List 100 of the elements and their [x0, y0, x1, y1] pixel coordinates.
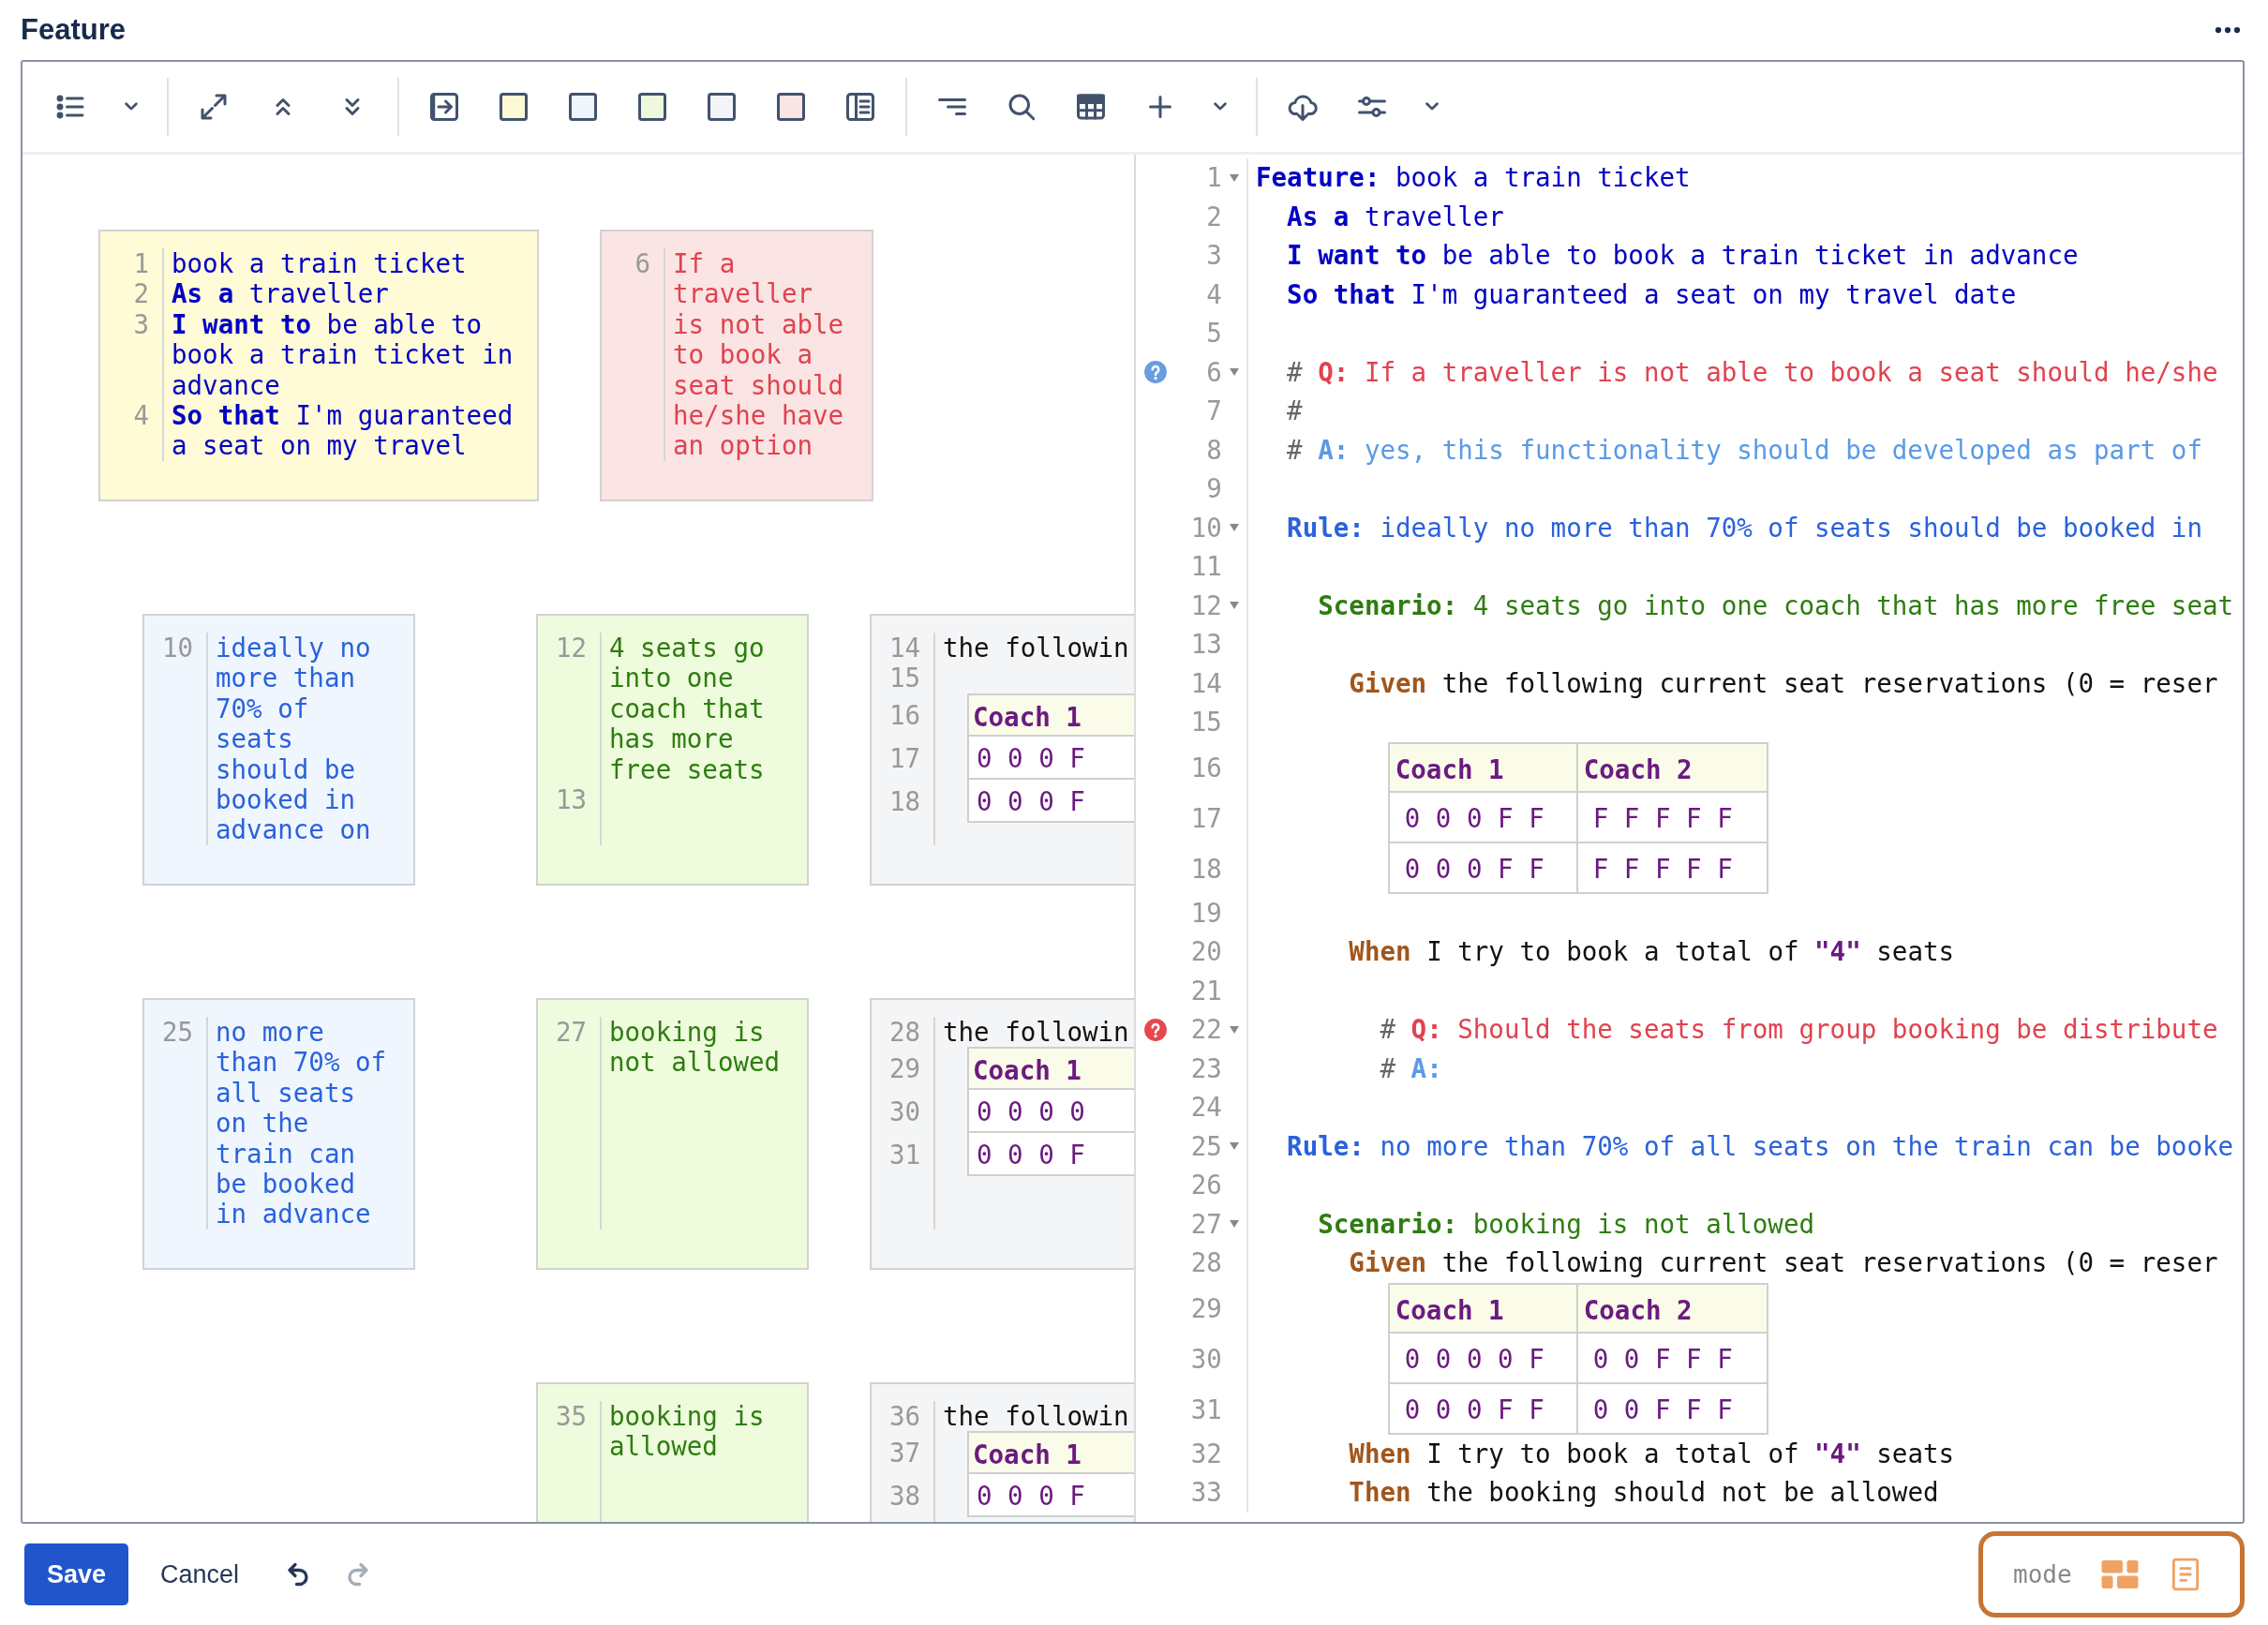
- card-text: the followin: [943, 1401, 1129, 1431]
- feature-card[interactable]: 1 book a train ticket 2 As a traveller 3 I want to be able to book a train ticket in advance 4 So that I'm guaranteed a seat on my travel: [98, 230, 539, 501]
- line-number: 14: [888, 633, 921, 663]
- code-line: #: [1286, 395, 1303, 425]
- line-number: 4: [132, 400, 150, 433]
- scenario-card[interactable]: 12 4 seats go into one coach that has more free seats 13: [536, 614, 809, 886]
- line-number: 7: [1205, 395, 1222, 427]
- line-number: 10: [1189, 511, 1222, 544]
- fold-icon[interactable]: [1229, 1220, 1239, 1229]
- card-text: So that I'm guaranteed a seat on my travel: [172, 400, 514, 461]
- fold-icon[interactable]: [1229, 1142, 1239, 1151]
- card-text: the followin: [943, 1017, 1129, 1047]
- table-cell: 0 0 0 F F: [1387, 792, 1578, 843]
- table-header-cell: Coach 1: [1387, 1282, 1578, 1334]
- table-cell: 0 0 0 F F: [1387, 1383, 1578, 1435]
- line-number: 3: [1205, 239, 1222, 272]
- line-number: 35: [554, 1401, 588, 1433]
- code-line: I want to be able to book a train ticket in advance: [1286, 240, 2079, 270]
- table-cell: 0 0 0 F: [967, 1133, 1134, 1177]
- code-line: When I try to book a total of "4" seats: [1348, 936, 1955, 966]
- cancel-button[interactable]: Cancel: [149, 1543, 251, 1605]
- line-number: 16: [888, 698, 921, 732]
- card-text: If a traveller is not able to book a seat should he/she have an option: [673, 248, 844, 461]
- line-number: 25: [160, 1017, 194, 1049]
- question-mark-icon[interactable]: [1143, 1017, 1168, 1042]
- code-line: When I try to book a total of "4" seats: [1348, 1438, 1955, 1468]
- line-number: 29: [888, 1052, 921, 1086]
- code-line: Feature: book a train ticket: [1256, 162, 1691, 192]
- line-number: 31: [888, 1139, 921, 1172]
- line-number: 24: [1189, 1091, 1222, 1124]
- code-line: # Q: If a traveller is not able to book a seat should he/she: [1286, 356, 2218, 387]
- table-cell: F F F F F: [1577, 842, 1768, 894]
- line-number: 1: [1205, 161, 1222, 194]
- code-line: Given the following current seat reservations (0 = reser: [1348, 1247, 2218, 1277]
- table-cell: 0 0 F F F: [1577, 1333, 1768, 1384]
- rule-card[interactable]: 10 ideally no more than 70% of seats should be booked in advance on: [142, 614, 415, 886]
- card-text: book a train ticket: [172, 248, 467, 278]
- table-cell: 0 0 0 0: [967, 1090, 1134, 1134]
- steps-card[interactable]: 36 the followin 37 Coach 1 38 0 0 0 F: [870, 1382, 1134, 1522]
- code-line: Scenario: booking is not allowed: [1317, 1208, 1815, 1239]
- fold-icon[interactable]: [1229, 602, 1239, 610]
- table-cell: 0 0 0 F: [967, 1474, 1134, 1518]
- line-number: 9: [1205, 472, 1222, 505]
- line-number: 28: [888, 1017, 921, 1048]
- question-mark-icon[interactable]: [1143, 360, 1168, 385]
- table-cell: 0 0 0 F F: [1387, 842, 1578, 894]
- line-number: 11: [1189, 550, 1222, 583]
- card-text: the followin: [943, 633, 1129, 663]
- line-number: 1: [132, 248, 150, 279]
- line-number: 18: [888, 784, 921, 818]
- fold-icon[interactable]: [1229, 1025, 1239, 1034]
- rule-card[interactable]: 25 no more than 70% of all seats on the train can be booked in advance: [142, 998, 415, 1270]
- page-title: Feature: [21, 13, 126, 47]
- card-text: booking is not allowed: [609, 1017, 781, 1078]
- code-line: Scenario: 4 seats go into one coach that has more free seat: [1317, 589, 2234, 620]
- card-text: ideally no more than 70% of seats should be booked in advance on: [216, 633, 371, 845]
- line-number: 28: [1189, 1246, 1222, 1279]
- line-number: 38: [888, 1480, 921, 1513]
- line-number: 23: [1189, 1051, 1222, 1085]
- line-number: 30: [888, 1096, 921, 1129]
- line-number: 18: [1189, 852, 1222, 886]
- line-number: 12: [554, 633, 588, 664]
- table-cell: 0 0 F F F: [1577, 1383, 1768, 1435]
- line-number: 25: [1189, 1129, 1222, 1163]
- card-text: 4 seats go into one coach that has more free seats: [609, 633, 765, 784]
- fold-icon[interactable]: [1229, 524, 1239, 532]
- more-options-icon[interactable]: [2214, 25, 2242, 35]
- line-number: 20: [1189, 935, 1222, 968]
- table-header-cell: Coach 2: [1577, 741, 1768, 793]
- steps-card[interactable]: 28 the followin 29 Coach 1 30 0 0 0 0 31 0 0 0 F: [870, 998, 1134, 1270]
- line-number: 6: [1205, 355, 1222, 389]
- line-number: 29: [1189, 1291, 1222, 1325]
- line-number: 17: [888, 741, 921, 775]
- line-number: 37: [888, 1437, 921, 1470]
- scenario-card[interactable]: 35 booking is allowed: [536, 1382, 809, 1522]
- line-number: 14: [1189, 666, 1222, 700]
- card-text: As a traveller: [172, 278, 389, 309]
- line-number: 2: [132, 278, 150, 309]
- code-line: Rule: no more than 70% of all seats on the train can be booke: [1286, 1130, 2234, 1161]
- code-line: Given the following current seat reservations (0 = reser: [1348, 667, 2218, 698]
- question-card[interactable]: 6 If a traveller is not able to book a seat should he/she have an option: [600, 230, 873, 501]
- line-number: 12: [1189, 589, 1222, 622]
- table-header-cell: Coach 1: [1387, 741, 1578, 793]
- line-number: 5: [1205, 317, 1222, 350]
- fold-icon[interactable]: [1229, 173, 1239, 182]
- save-button[interactable]: Save: [24, 1543, 128, 1605]
- line-number: 4: [1205, 277, 1222, 311]
- line-number: 6: [634, 248, 651, 280]
- steps-card[interactable]: 14 the followin 15 16 Coach 1 17 0 0 0 F 18 0 0 0 F: [870, 614, 1134, 886]
- line-number: 8: [1205, 433, 1222, 467]
- table-header-cell: Coach 2: [1577, 1282, 1768, 1334]
- table-cell: 0 0 0 F: [967, 779, 1134, 823]
- line-number: 26: [1189, 1169, 1222, 1201]
- scenario-card[interactable]: 27 booking is not allowed: [536, 998, 809, 1270]
- table-header-cell: Coach 1: [967, 1047, 1134, 1091]
- line-number: 15: [888, 663, 921, 693]
- code-line: Rule: ideally no more than 70% of seats should be booked in: [1286, 512, 2202, 543]
- code-line: # Q: Should the seats from group booking be distribute: [1379, 1014, 2218, 1044]
- table-header-cell: Coach 1: [967, 693, 1134, 737]
- fold-icon[interactable]: [1229, 368, 1239, 377]
